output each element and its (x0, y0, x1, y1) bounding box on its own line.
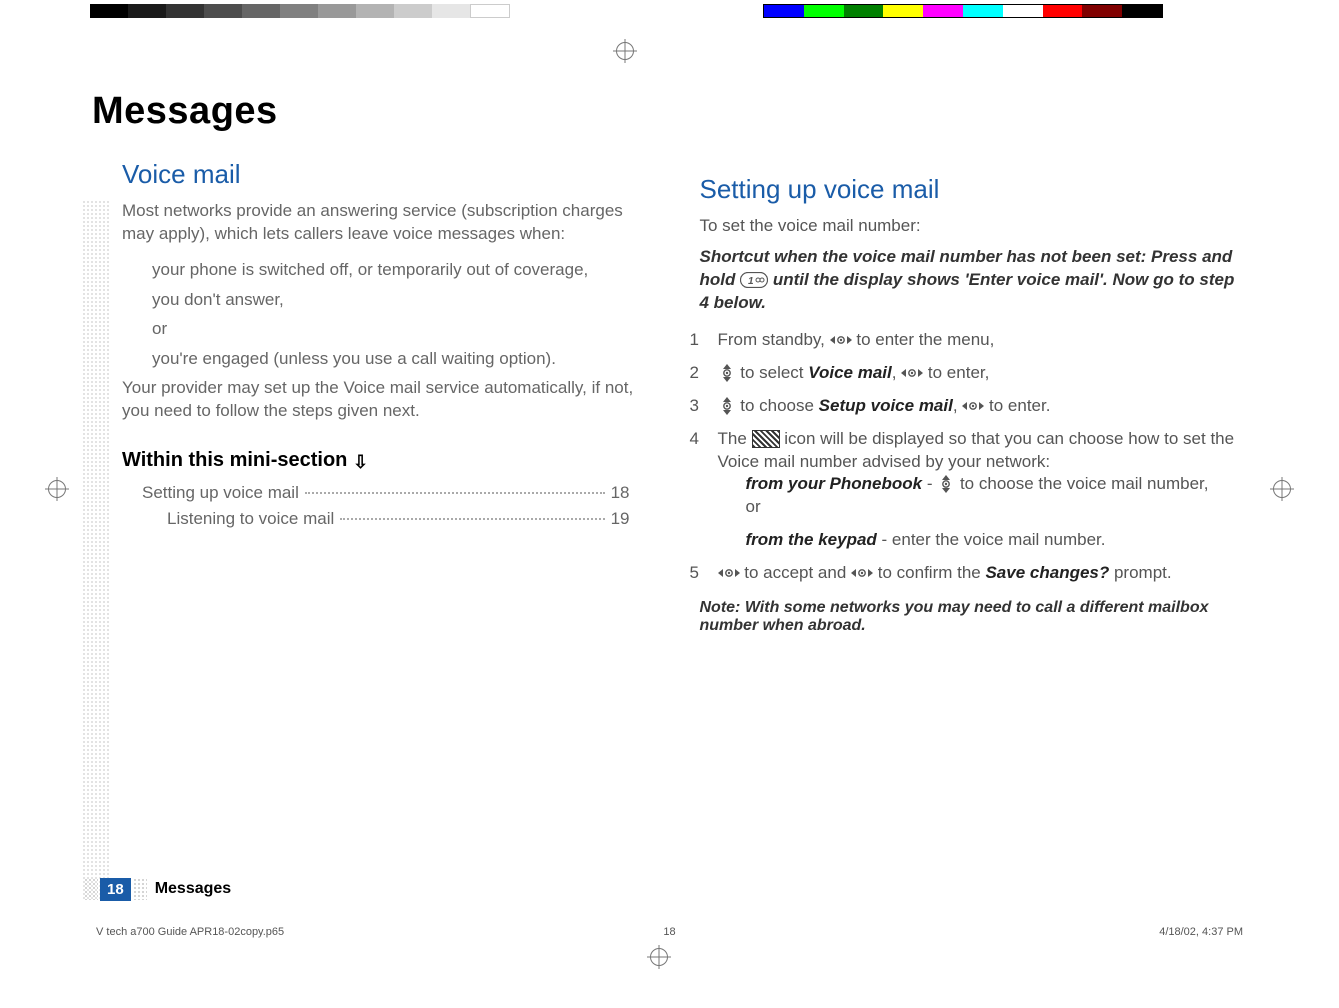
step-text: to accept and (740, 563, 852, 582)
step-item: to select Voice mail, to enter, (690, 362, 1248, 385)
page-number-badge: 18 (82, 878, 149, 901)
step-text-or: or (746, 497, 761, 516)
registration-mark-icon (48, 480, 66, 498)
registration-mark-icon (1273, 480, 1291, 498)
voicemail-conditions-list: your phone is switched off, or temporari… (152, 258, 650, 371)
step-text: to enter. (984, 396, 1050, 415)
step-text: - (922, 474, 937, 493)
option-from-phonebook: from your Phonebook (746, 474, 923, 493)
list-item: you're engaged (unless you use a call wa… (152, 347, 650, 371)
menu-item-voice-mail: Voice mail (808, 363, 891, 382)
step-item: The icon will be displayed so that you c… (690, 428, 1248, 553)
nav-horizontal-icon (718, 566, 740, 580)
step-text: The (718, 429, 752, 448)
toc-leader-dots (340, 518, 604, 520)
section-heading-setup-voicemail: Setting up voice mail (700, 174, 1248, 205)
step-text: , (892, 363, 901, 382)
print-timestamp: 4/18/02, 4:37 PM (1159, 926, 1243, 938)
nav-vertical-icon (718, 397, 736, 415)
step-text: prompt. (1109, 563, 1171, 582)
mini-section-label: Within this mini-section (122, 449, 347, 471)
step-text: to select (736, 363, 809, 382)
dot-decoration (133, 878, 147, 900)
prompt-save-changes: Save changes? (985, 563, 1109, 582)
voicemail-followup: Your provider may set up the Voice mail … (122, 377, 650, 423)
print-filename: V tech a700 Guide APR18-02copy.p65 (96, 926, 284, 938)
step-item: to accept and to confirm the Save change… (690, 562, 1248, 585)
list-item: your phone is switched off, or temporari… (152, 258, 650, 282)
step-text: - enter the voice mail number. (877, 530, 1106, 549)
nav-horizontal-icon (851, 566, 873, 580)
option-from-keypad: from the keypad (746, 530, 877, 549)
toc-row: Setting up voice mail 18 (142, 483, 630, 503)
list-item: or (152, 317, 650, 341)
step-text: to enter, (923, 363, 989, 382)
step-text: icon will be displayed so that you can c… (718, 429, 1235, 471)
dot-decoration (84, 878, 98, 900)
registration-mark-icon (616, 42, 634, 60)
step-item: to choose Setup voice mail, to enter. (690, 395, 1248, 418)
toc-page-number: 19 (611, 509, 630, 529)
registration-mark-icon (650, 948, 668, 966)
text-entry-icon (752, 430, 780, 448)
right-column: Setting up voice mail To set the voice m… (690, 90, 1248, 908)
nav-horizontal-icon (830, 333, 852, 347)
step-text: From standby, (718, 330, 830, 349)
step-sub-option: from your Phonebook - to choose the voic… (746, 473, 1248, 519)
step-text: , (953, 396, 962, 415)
page-number: 18 (100, 878, 131, 901)
print-calibration-bars (0, 0, 1339, 22)
nav-horizontal-icon (962, 399, 984, 413)
menu-item-setup-voice-mail: Setup voice mail (819, 396, 953, 415)
step-item: From standby, to enter the menu, (690, 329, 1248, 352)
setup-intro: To set the voice mail number: (700, 215, 1248, 238)
mini-section-heading: Within this mini-section ⇩ (122, 449, 650, 473)
key-1-voicemail-icon (740, 272, 768, 288)
footer-section-label: Messages (155, 880, 232, 898)
list-item: you don't answer, (152, 288, 650, 312)
toc-label: Setting up voice mail (142, 483, 299, 503)
step-text: to choose the voice mail number, (955, 474, 1208, 493)
shortcut-note: Shortcut when the voice mail number has … (700, 246, 1248, 315)
step-sub-option: from the keypad - enter the voice mail n… (746, 529, 1248, 552)
shortcut-text-b: until the display shows 'Enter voice mai… (700, 270, 1235, 312)
left-column: Messages Voice mail Most networks provid… (92, 90, 650, 908)
grayscale-strip (90, 4, 510, 18)
print-metadata-line: V tech a700 Guide APR18-02copy.p65 18 4/… (96, 926, 1243, 938)
nav-vertical-icon (937, 475, 955, 493)
step-text: to confirm the (873, 563, 985, 582)
print-sheet-number: 18 (663, 926, 675, 938)
toc-leader-dots (305, 492, 605, 494)
toc-row: Listening to voice mail 19 (167, 509, 630, 529)
toc-label: Listening to voice mail (167, 509, 334, 529)
page-footer: 18 Messages (82, 875, 231, 903)
step-text: to choose (736, 396, 819, 415)
toc-page-number: 18 (611, 483, 630, 503)
down-arrow-icon: ⇩ (353, 452, 368, 473)
color-strip (763, 4, 1163, 18)
nav-vertical-icon (718, 364, 736, 382)
section-heading-voicemail: Voice mail (122, 159, 650, 190)
setup-steps-list: From standby, to enter the menu, to sele… (690, 329, 1248, 585)
page-title: Messages (92, 90, 650, 133)
nav-horizontal-icon (901, 366, 923, 380)
voicemail-intro: Most networks provide an answering servi… (122, 200, 650, 246)
abroad-note: Note: With some networks you may need to… (700, 599, 1248, 635)
step-text: to enter the menu, (852, 330, 995, 349)
